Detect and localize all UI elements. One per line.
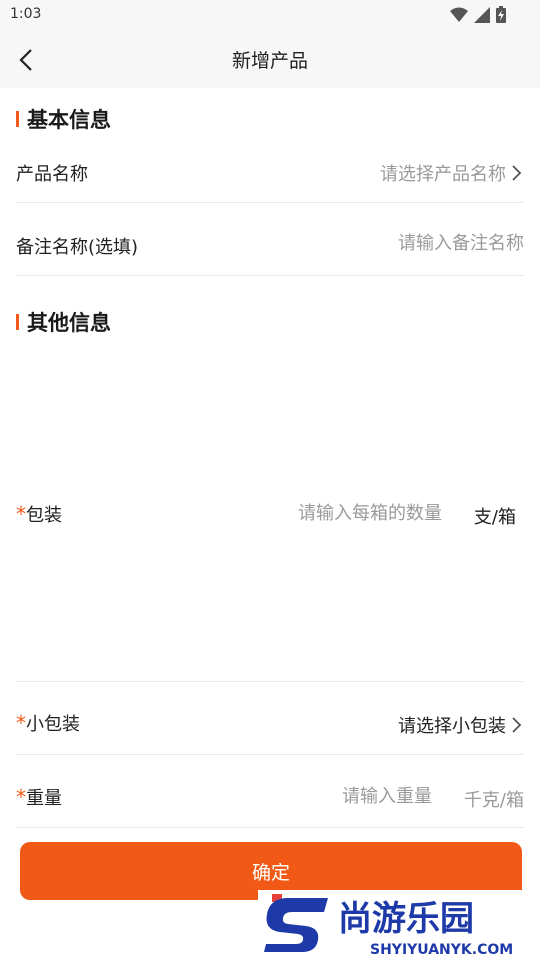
product-name-placeholder[interactable]: 请选择产品名称: [380, 160, 506, 186]
required-mark: *: [16, 502, 26, 526]
packaging-quantity-input[interactable]: [252, 503, 442, 524]
remark-name-row: 备注名称(选填): [16, 203, 524, 276]
status-bar: 1:03: [0, 0, 540, 32]
status-icons: [450, 6, 506, 23]
packaging-label-text: 包装: [26, 505, 62, 526]
svg-text:SHYIYUANYK.COM: SHYIYUANYK.COM: [370, 942, 513, 958]
chevron-right-icon: [512, 165, 522, 181]
battery-icon: [496, 6, 506, 23]
small-packaging-label-text: 小包装: [26, 714, 80, 735]
remark-name-input[interactable]: [294, 233, 524, 254]
watermark-logo: 尚游乐园 SHYIYUANYK.COM: [258, 890, 540, 960]
packaging-unit: 支/箱: [473, 507, 516, 528]
remark-name-label: 备注名称(选填): [16, 237, 139, 258]
packaging-label: *包装: [16, 501, 62, 527]
packaging-row: *包装 支/箱: [16, 345, 524, 682]
basic-info-section-header: 基本信息: [16, 106, 111, 132]
weight-input[interactable]: [302, 786, 432, 807]
required-mark: *: [16, 785, 26, 809]
small-packaging-row[interactable]: *小包装 请选择小包装: [16, 682, 524, 755]
small-packaging-value[interactable]: 请选择小包装: [398, 712, 506, 738]
page-title: 新增产品: [231, 50, 308, 72]
svg-text:尚游乐园: 尚游乐园: [338, 899, 474, 939]
other-info-title: 其他信息: [27, 311, 111, 335]
section-accent-bar: [16, 111, 19, 127]
weight-row: *重量 千克/箱: [16, 755, 524, 828]
status-time: 1:03: [10, 6, 42, 22]
app-header: 新增产品: [0, 32, 540, 88]
weight-label-text: 重量: [26, 788, 62, 809]
chevron-right-icon: [512, 717, 522, 733]
small-packaging-label: *小包装: [16, 710, 80, 736]
weight-label: *重量: [16, 784, 62, 810]
wifi-icon: [450, 7, 468, 22]
product-name-row[interactable]: 产品名称 请选择产品名称: [16, 131, 524, 203]
product-name-label: 产品名称: [16, 164, 88, 185]
weight-unit: 千克/箱: [463, 790, 524, 811]
other-info-section-header: 其他信息: [16, 309, 111, 335]
basic-info-title: 基本信息: [27, 108, 111, 132]
required-mark: *: [16, 711, 26, 735]
signal-icon: [474, 6, 490, 23]
section-accent-bar: [16, 314, 19, 330]
